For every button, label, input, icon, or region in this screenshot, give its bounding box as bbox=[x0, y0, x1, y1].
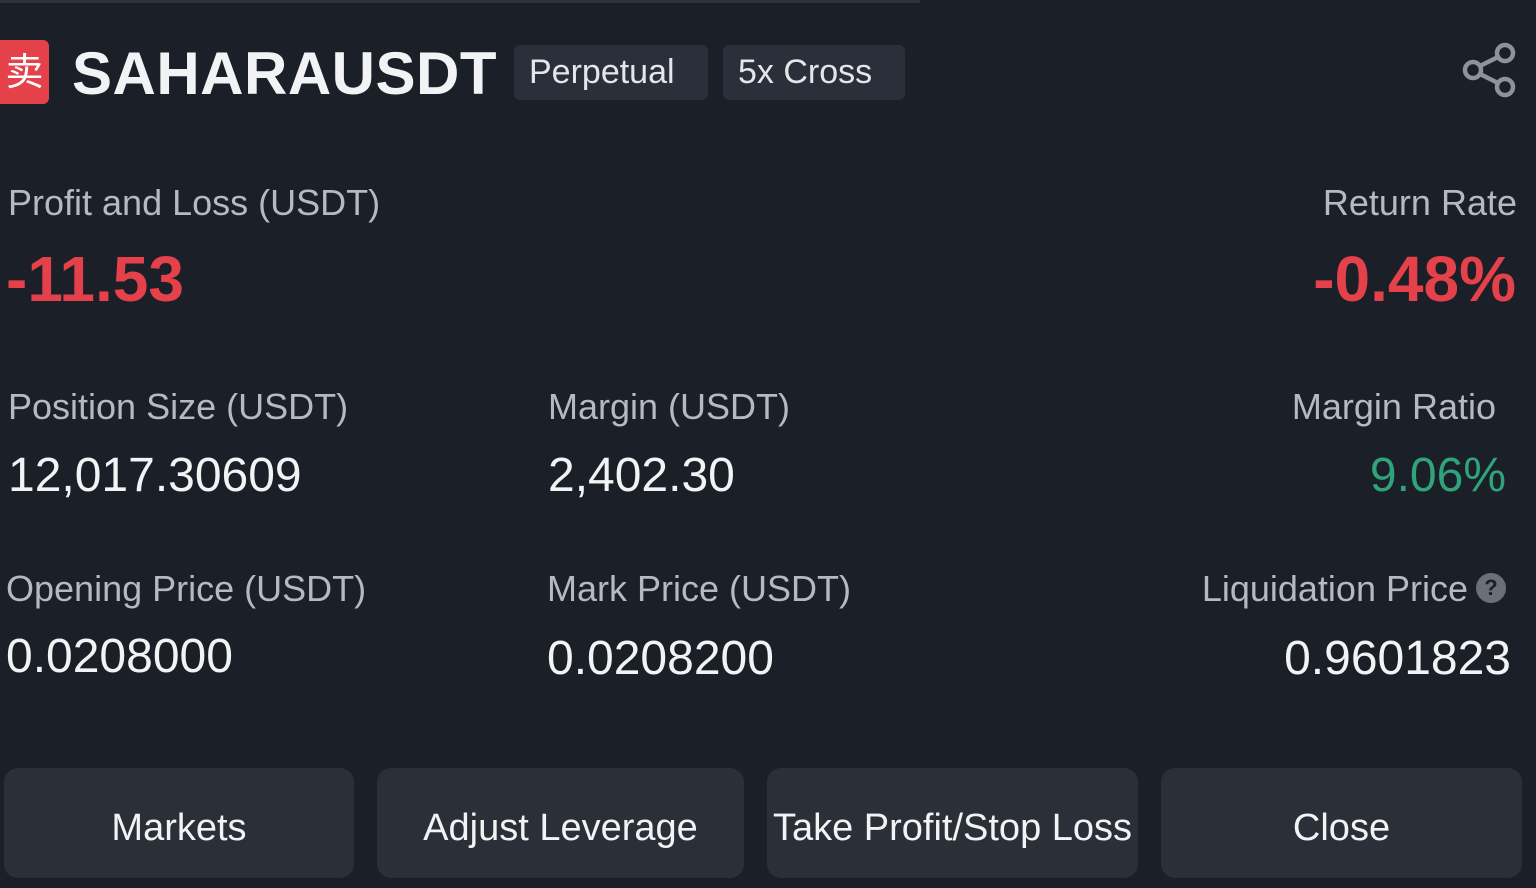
position-size-label: Position Size (USDT) bbox=[8, 386, 349, 427]
margin-ratio-label: Margin Ratio bbox=[1291, 386, 1496, 427]
top-divider bbox=[0, 0, 920, 3]
close-position-button[interactable]: Close bbox=[1161, 768, 1522, 878]
position-size-value: 12,017.30609 bbox=[8, 449, 302, 502]
opening-price-value: 0.0208000 bbox=[6, 630, 233, 683]
liquidation-price-value: 0.9601823 bbox=[1284, 632, 1511, 685]
leverage-mode-tag: 5x Cross bbox=[723, 45, 905, 100]
return-rate-value: -0.48% bbox=[1313, 243, 1516, 315]
mark-price-value: 0.0208200 bbox=[547, 632, 774, 685]
symbol-title: SAHARAUSDT bbox=[72, 40, 497, 107]
help-icon[interactable]: ? bbox=[1476, 573, 1506, 604]
contract-type-tag: Perpetual bbox=[514, 45, 708, 100]
liquidation-price-header: Liquidation Price? bbox=[1202, 568, 1506, 610]
pnl-label: Profit and Loss (USDT) bbox=[8, 182, 381, 223]
margin-label: Margin (USDT) bbox=[548, 386, 791, 427]
take-profit-stop-loss-button[interactable]: Take Profit/Stop Loss bbox=[767, 768, 1138, 878]
opening-price-label: Opening Price (USDT) bbox=[6, 568, 367, 609]
pnl-value: -11.53 bbox=[6, 243, 184, 315]
sell-side-badge: 卖 bbox=[0, 40, 49, 104]
share-icon[interactable] bbox=[1460, 40, 1520, 100]
liquidation-price-label: Liquidation Price bbox=[1201, 568, 1468, 609]
margin-ratio-value: 9.06% bbox=[1369, 449, 1506, 502]
margin-value: 2,402.30 bbox=[548, 449, 735, 502]
markets-button[interactable]: Markets bbox=[4, 768, 354, 878]
adjust-leverage-button[interactable]: Adjust Leverage bbox=[377, 768, 744, 878]
return-rate-label: Return Rate bbox=[1322, 182, 1517, 223]
mark-price-label: Mark Price (USDT) bbox=[547, 568, 851, 609]
